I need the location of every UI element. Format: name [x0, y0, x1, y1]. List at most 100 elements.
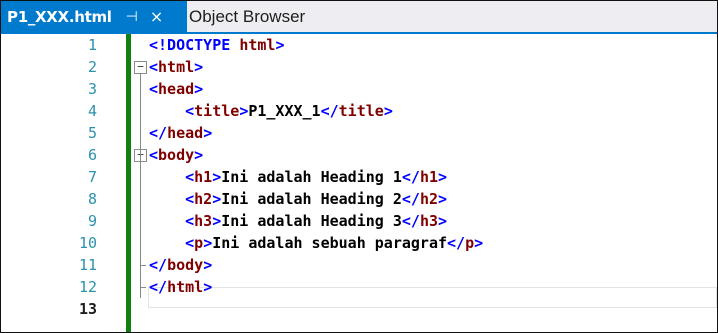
tab-object-browser[interactable]: Object Browser [189, 1, 339, 32]
tag-bracket: > [212, 212, 222, 230]
code-text: <body> [149, 144, 203, 166]
tag-bracket: </ [401, 168, 420, 186]
tab-title: Object Browser [189, 6, 306, 26]
tag-bracket: </ [320, 102, 339, 120]
tag-name: title [338, 102, 384, 120]
tag-bracket: < [149, 36, 159, 54]
code-line[interactable]: 6 <body> [1, 144, 717, 166]
tag-name: body [158, 146, 195, 164]
text-content [230, 36, 239, 54]
tag-name: head [167, 124, 204, 142]
tag-bracket: < [185, 168, 195, 186]
line-number: 9 [87, 212, 97, 230]
tag-bracket: > [194, 146, 204, 164]
code-editor[interactable]: 1 <!DOCTYPE html> 2 <html> 3 <head> 4 <title>P… [1, 34, 717, 332]
line-number: 11 [78, 256, 97, 274]
editor-window: P1_XXX.html ⊣ × Object Browser 1 <!DOCTYP… [0, 0, 718, 333]
tag-bracket: < [149, 58, 159, 76]
code-line[interactable]: 2 <html> [1, 56, 717, 78]
tag-name: body [167, 256, 204, 274]
tag-bracket: > [203, 256, 213, 274]
tag-name: h2 [194, 190, 213, 208]
tab-p1-xxx-html[interactable]: P1_XXX.html ⊣ × [1, 1, 187, 32]
tag-bracket: < [185, 102, 195, 120]
tag-bracket: </ [149, 256, 168, 274]
tag-name: h2 [419, 190, 438, 208]
code-line[interactable]: 1 <!DOCTYPE html> [1, 34, 717, 56]
tag-name: html [167, 278, 204, 296]
code-text: <h2>Ini adalah Heading 2</h2> [149, 188, 447, 210]
tag-bracket: </ [149, 278, 168, 296]
tag-bracket: </ [149, 124, 168, 142]
line-number: 7 [87, 168, 97, 186]
tag-bracket: </ [401, 190, 420, 208]
code-text: <!DOCTYPE html> [149, 34, 284, 56]
text-content: Ini adalah sebuah paragraf [212, 234, 448, 252]
line-number: 13 [78, 300, 97, 318]
fold-end-marker [140, 287, 146, 288]
tag-name: html [239, 36, 276, 54]
code-text: <h3>Ini adalah Heading 3</h3> [149, 210, 447, 232]
tag-bracket: > [239, 102, 249, 120]
line-number: 10 [78, 234, 97, 252]
code-text: <p>Ini adalah sebuah paragraf</p> [149, 232, 483, 254]
text-content: Ini adalah Heading 1 [221, 168, 402, 186]
pin-icon[interactable]: ⊣ [126, 9, 138, 25]
code-line[interactable]: 3 <head> [1, 78, 717, 100]
tag-bracket: > [438, 190, 448, 208]
tag-bracket: < [149, 80, 159, 98]
fold-guide [140, 161, 141, 276]
tag-bracket: < [185, 190, 195, 208]
fold-end-marker [140, 265, 146, 266]
tag-bracket: > [194, 80, 204, 98]
tag-name: p [194, 234, 204, 252]
code-line[interactable]: 8 <h2>Ini adalah Heading 2</h2> [1, 188, 717, 210]
code-line[interactable]: 4 <title>P1_XXX_1</title> [1, 100, 717, 122]
line-number: 2 [87, 58, 97, 76]
tag-name: head [158, 80, 195, 98]
tag-bracket: > [438, 212, 448, 230]
document-tab-strip: P1_XXX.html ⊣ × Object Browser [1, 1, 717, 34]
line-number: 4 [87, 102, 97, 120]
code-text: </body> [149, 254, 212, 276]
line-number: 6 [87, 146, 97, 164]
line-number: 12 [78, 278, 97, 296]
tag-name: title [194, 102, 240, 120]
code-line[interactable]: 12 </html> [1, 276, 717, 298]
line-number: 8 [87, 190, 97, 208]
code-line[interactable]: 9 <h3>Ini adalah Heading 3</h3> [1, 210, 717, 232]
tag-bracket: </ [401, 212, 420, 230]
code-text: <head> [149, 78, 203, 100]
text-content: Ini adalah Heading 3 [221, 212, 402, 230]
tag-bracket: !DOCTYPE [158, 36, 231, 54]
text-content: P1_XXX_1 [248, 102, 321, 120]
tag-name: h3 [419, 212, 438, 230]
tag-name: h1 [194, 168, 213, 186]
code-line[interactable]: 5 </head> [1, 122, 717, 144]
tag-bracket: > [383, 102, 393, 120]
line-number: 5 [87, 124, 97, 142]
tag-bracket: > [212, 168, 222, 186]
code-line[interactable]: 11 </body> [1, 254, 717, 276]
tag-bracket: </ [447, 234, 466, 252]
code-text: <title>P1_XXX_1</title> [149, 100, 393, 122]
code-line[interactable]: 13 [1, 298, 717, 320]
tag-name: html [158, 58, 195, 76]
close-icon[interactable]: × [150, 7, 163, 26]
tag-bracket: > [438, 168, 448, 186]
tag-bracket: < [185, 212, 195, 230]
tag-name: p [465, 234, 475, 252]
tag-bracket: > [203, 278, 213, 296]
code-text: <html> [149, 56, 203, 78]
tag-bracket: > [275, 36, 285, 54]
tag-name: h1 [419, 168, 438, 186]
code-line[interactable]: 10 <p>Ini adalah sebuah paragraf</p> [1, 232, 717, 254]
tag-name: h3 [194, 212, 213, 230]
code-text: </head> [149, 122, 212, 144]
tag-bracket: > [194, 58, 204, 76]
text-content: Ini adalah Heading 2 [221, 190, 402, 208]
tag-bracket: > [203, 234, 213, 252]
code-text: <h1>Ini adalah Heading 1</h1> [149, 166, 447, 188]
code-line[interactable]: 7 <h1>Ini adalah Heading 1</h1> [1, 166, 717, 188]
tag-bracket: > [212, 190, 222, 208]
